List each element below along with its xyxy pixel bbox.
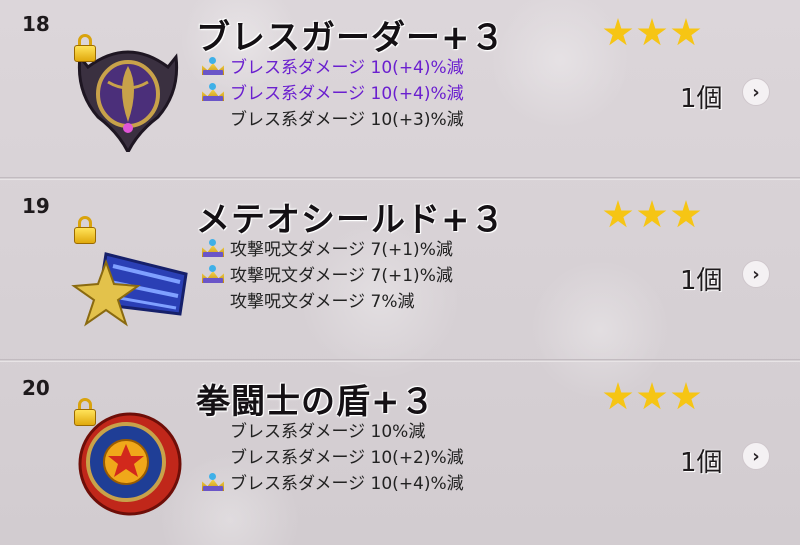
lock-icon [72, 34, 98, 62]
effect-list: ブレス系ダメージ 10%減 ブレス系ダメージ 10(+2)%減 ブレス系ダメージ… [200, 416, 464, 494]
row-divider [0, 177, 800, 180]
rarity-stars [603, 18, 701, 48]
effect-line: ブレス系ダメージ 10(+3)%減 [230, 109, 464, 130]
equipment-row-18[interactable]: 18 ブレスガーダー+３ ブレス系ダメージ 10(+4)%減 ブレス系ダメージ … [0, 0, 800, 180]
star-icon [603, 382, 633, 410]
item-count: 1個 [680, 266, 723, 296]
star-icon [671, 200, 701, 228]
row-number: 19 [22, 194, 50, 218]
star-icon [671, 18, 701, 46]
item-count: 1個 [680, 84, 723, 114]
equipment-row-20[interactable]: 20 拳闘士の盾+３ ブレス系ダメージ 10%減 ブレス系ダメージ 10(+2)… [0, 364, 800, 545]
effect-line: ブレス系ダメージ 10(+4)%減 [200, 52, 464, 78]
crown-icon [200, 80, 226, 102]
crown-icon [200, 470, 226, 492]
star-icon [637, 382, 667, 410]
effect-line: ブレス系ダメージ 10%減 [230, 421, 426, 442]
row-number: 20 [22, 376, 50, 400]
effect-line: ブレス系ダメージ 10(+4)%減 [200, 468, 464, 494]
crown-icon [200, 54, 226, 76]
star-icon [671, 382, 701, 410]
effect-line: 攻撃呪文ダメージ 7%減 [230, 291, 415, 312]
effect-list: 攻撃呪文ダメージ 7(+1)%減 攻撃呪文ダメージ 7(+1)%減 攻撃呪文ダメ… [200, 234, 453, 312]
effect-list: ブレス系ダメージ 10(+4)%減 ブレス系ダメージ 10(+4)%減 ブレス系… [200, 52, 464, 130]
effect-line: ブレス系ダメージ 10(+2)%減 [230, 447, 464, 468]
lock-icon [72, 398, 98, 426]
crown-icon [200, 236, 226, 258]
effect-line: 攻撃呪文ダメージ 7(+1)%減 [200, 234, 453, 260]
row-number: 18 [22, 12, 50, 36]
chevron-right-icon[interactable]: › [742, 442, 770, 470]
chevron-right-icon[interactable]: › [742, 78, 770, 106]
star-icon [637, 18, 667, 46]
equipment-row-19[interactable]: 19 メテオシールド+３ 攻撃呪文ダメージ 7(+1)%減 攻撃呪文ダメージ 7… [0, 182, 800, 362]
rarity-stars [603, 382, 701, 412]
crown-icon [200, 262, 226, 284]
item-count: 1個 [680, 448, 723, 478]
star-icon [637, 200, 667, 228]
effect-line: 攻撃呪文ダメージ 7(+1)%減 [200, 260, 453, 286]
effect-line: ブレス系ダメージ 10(+4)%減 [200, 78, 464, 104]
rarity-stars [603, 200, 701, 230]
star-icon [603, 200, 633, 228]
row-divider [0, 359, 800, 362]
lock-icon [72, 216, 98, 244]
star-icon [603, 18, 633, 46]
chevron-right-icon[interactable]: › [742, 260, 770, 288]
